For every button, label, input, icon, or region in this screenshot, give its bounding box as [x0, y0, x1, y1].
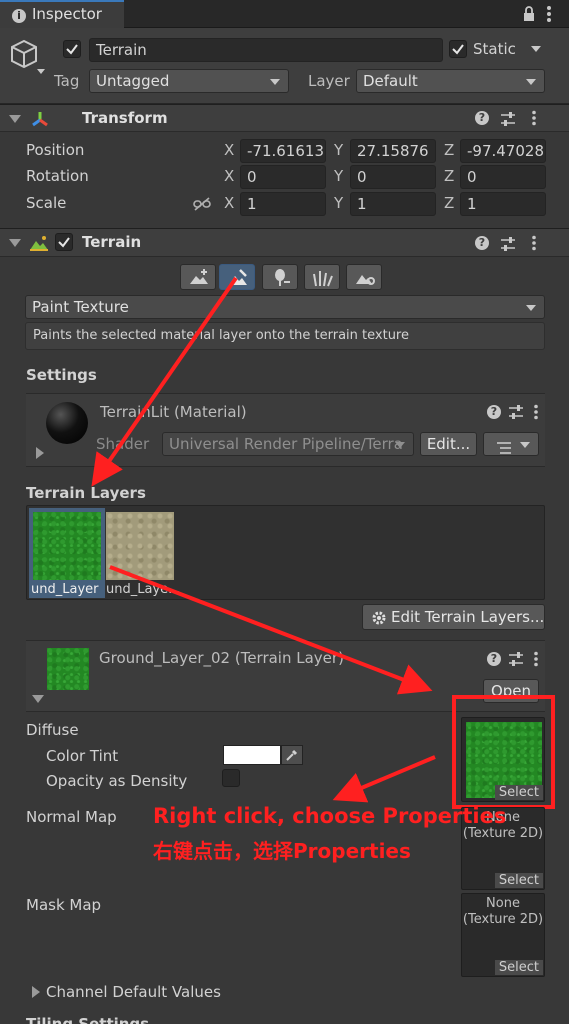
arrow-to-terrain-layers — [91, 276, 238, 487]
annotation-text-chinese: 右键点击，选择Properties — [153, 839, 411, 863]
annotation-arrows — [91, 276, 436, 803]
arrow-to-annotation-text — [332, 755, 436, 803]
annotation-text-english: Right click, choose Properties — [153, 804, 507, 828]
arrow-to-layer-asset — [109, 565, 433, 695]
